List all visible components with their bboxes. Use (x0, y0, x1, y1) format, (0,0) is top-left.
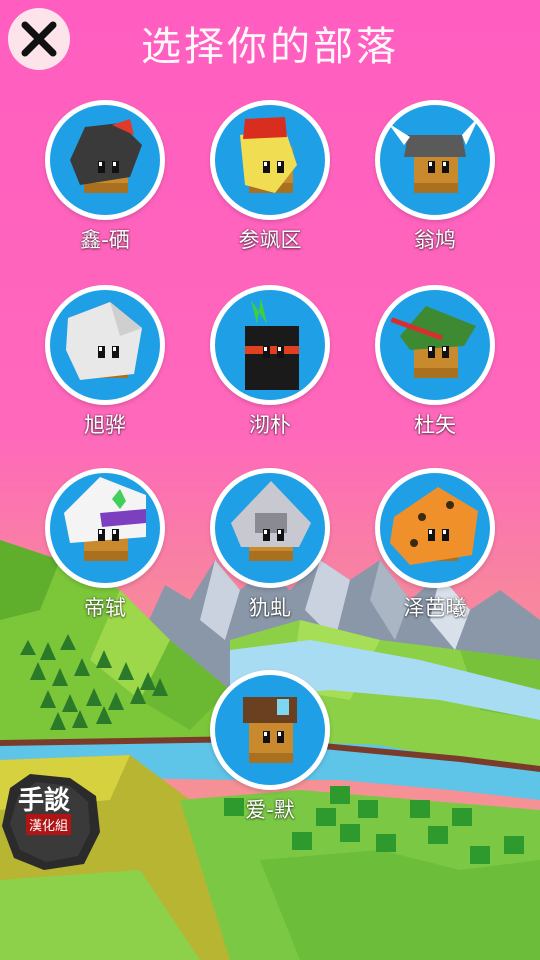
translator-watermark: 手談 漢化組 (0, 770, 104, 874)
tribe-option[interactable]: 鑫-硒 (30, 100, 180, 254)
tribe-name: 泽芭曦 (403, 596, 467, 620)
tribe-option[interactable]: 参飒区 (195, 100, 345, 254)
tribe-avatar-icon (215, 675, 325, 785)
tribe-name: 帝轼 (84, 596, 126, 620)
tribe-avatar-icon (215, 105, 325, 215)
tribe-avatar-icon (215, 473, 325, 583)
tribe-avatar-icon (215, 290, 325, 400)
tribe-avatar-icon (50, 473, 160, 583)
tribe-option[interactable]: 沏朴 (195, 285, 345, 439)
tribe-portrait (210, 100, 330, 220)
tribe-portrait (210, 670, 330, 790)
tribe-avatar-icon (50, 105, 160, 215)
tribe-option[interactable]: 爱-默 (195, 670, 345, 824)
tribe-portrait (45, 100, 165, 220)
tribe-option[interactable]: 犰虬 (195, 468, 345, 622)
tribe-option[interactable]: 杜矢 (360, 285, 510, 439)
tribe-portrait (210, 468, 330, 588)
tribe-name: 杜矢 (414, 413, 456, 437)
page-title: 选择你的部落 (141, 24, 399, 70)
tribe-name: 翁鸠 (414, 228, 456, 252)
tribe-avatar-icon (380, 105, 490, 215)
tribe-option[interactable]: 翁鸠 (360, 100, 510, 254)
tribe-name: 旭骅 (84, 413, 126, 437)
tribe-name: 沏朴 (249, 413, 291, 437)
tribe-option[interactable]: 泽芭曦 (360, 468, 510, 622)
tribe-portrait (375, 285, 495, 405)
watermark-line1: 手談 (18, 786, 71, 816)
tribe-name: 参飒区 (238, 228, 302, 252)
watermark-line2: 漢化組 (26, 814, 72, 835)
tribe-portrait (375, 468, 495, 588)
tribe-portrait (375, 100, 495, 220)
tribe-name: 犰虬 (249, 596, 291, 620)
tribe-portrait (45, 468, 165, 588)
tribe-avatar-icon (50, 290, 160, 400)
tribe-portrait (210, 285, 330, 405)
tribe-name: 爱-默 (245, 798, 295, 822)
tribe-option[interactable]: 旭骅 (30, 285, 180, 439)
tribe-option[interactable]: 帝轼 (30, 468, 180, 622)
tribe-name: 鑫-硒 (80, 228, 130, 252)
tribe-avatar-icon (380, 473, 490, 583)
tribe-avatar-icon (380, 290, 490, 400)
tribe-portrait (45, 285, 165, 405)
